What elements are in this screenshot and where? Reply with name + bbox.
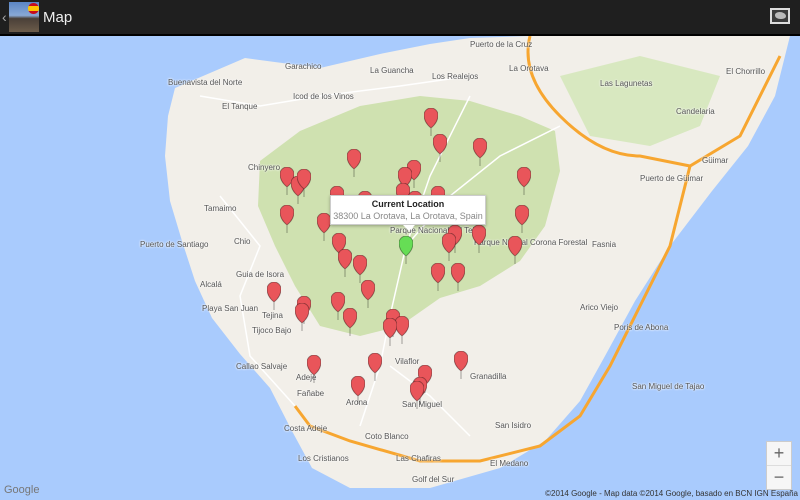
place-label: Chinyero: [248, 163, 281, 172]
map-marker-pin[interactable]: [471, 224, 487, 253]
map-marker-pin[interactable]: [316, 212, 332, 241]
place-label: Puerto de Santiago: [140, 240, 209, 249]
map-marker-pin[interactable]: [450, 262, 466, 291]
map-marker-pin[interactable]: [352, 254, 368, 283]
map-marker-pin[interactable]: [472, 137, 488, 166]
place-label: Güimar: [702, 156, 729, 165]
map-marker-pin[interactable]: [432, 133, 448, 162]
map-marker-pin[interactable]: [423, 107, 439, 136]
place-label: Costa Adeje: [284, 424, 328, 433]
map-marker-pin[interactable]: [342, 307, 358, 336]
map-marker-pin[interactable]: [346, 148, 362, 177]
place-label: Los Cristianos: [298, 454, 349, 463]
place-label: Fasnia: [592, 240, 617, 249]
place-label: Granadilla: [470, 372, 507, 381]
place-label: San Isidro: [495, 421, 532, 430]
map-marker-pin[interactable]: [266, 281, 282, 310]
map-marker-pin[interactable]: [337, 248, 353, 277]
place-label: Candelaria: [676, 107, 715, 116]
google-logo: Google: [4, 484, 40, 496]
zoom-out-button[interactable]: −: [767, 466, 791, 489]
map-canvas[interactable]: [0, 36, 800, 500]
place-label: Las Lagunetas: [600, 79, 653, 88]
map-marker-pin[interactable]: [279, 204, 295, 233]
place-label: Tejina: [262, 311, 283, 320]
place-label: Vilaflor: [395, 357, 420, 366]
place-label: Playa San Juan: [202, 304, 259, 313]
place-label: Garachico: [285, 62, 322, 71]
place-label: Chio: [234, 237, 251, 246]
app-icon[interactable]: [9, 2, 39, 32]
place-label: Guia de Isora: [236, 270, 285, 279]
map-marker-pin[interactable]: [507, 235, 523, 264]
map-marker-pin[interactable]: [430, 262, 446, 291]
place-label: Poris de Abona: [614, 323, 669, 332]
place-label: Buenavista del Norte: [168, 78, 243, 87]
map-marker-pin[interactable]: [441, 232, 457, 261]
map-marker-pin[interactable]: [350, 375, 366, 404]
place-label: Icod de los Vinos: [293, 92, 354, 101]
place-label: San Miguel de Tajao: [632, 382, 705, 391]
place-label: Parque Natural Corona Forestal: [474, 238, 588, 247]
place-label: Los Realejos: [432, 72, 479, 81]
place-label: Coto Blanco: [365, 432, 409, 441]
place-label: Fañabe: [297, 389, 325, 398]
zoom-in-button[interactable]: +: [767, 442, 791, 466]
map-marker-pin[interactable]: [306, 354, 322, 383]
zoom-controls: + −: [766, 441, 792, 490]
popup-title: Current Location: [371, 199, 445, 209]
map-marker-pin[interactable]: [516, 166, 532, 195]
spain-flag-icon: [28, 3, 39, 14]
place-label: La Orotava: [509, 64, 549, 73]
map-marker-pin[interactable]: [294, 302, 310, 331]
map-icon[interactable]: [770, 8, 790, 24]
action-bar: ‹ Map: [0, 0, 800, 36]
map-attribution: ©2014 Google - Map data ©2014 Google, ba…: [545, 489, 798, 498]
place-label: Tamaimo: [204, 204, 237, 213]
place-label: El Medano: [490, 459, 529, 468]
map-marker-pin[interactable]: [296, 168, 312, 197]
place-label: La Guancha: [370, 66, 414, 75]
current-location-pin[interactable]: [398, 235, 414, 264]
map-marker-pin[interactable]: [360, 279, 376, 308]
place-label: Puerto de la Cruz: [470, 40, 533, 49]
map-marker-pin[interactable]: [514, 204, 530, 233]
place-label: Puerto de Güimar: [640, 174, 704, 183]
place-label: Callao Salvaje: [236, 362, 288, 371]
map-marker-pin[interactable]: [409, 380, 425, 409]
place-label: El Tanque: [222, 102, 258, 111]
place-label: Tijoco Bajo: [252, 326, 292, 335]
place-label: Golf del Sur: [412, 475, 455, 484]
place-label: El Chorrillo: [726, 67, 766, 76]
place-label: Alcalá: [200, 280, 222, 289]
place-label: Arico Viejo: [580, 303, 619, 312]
chevron-left-icon[interactable]: ‹: [2, 9, 8, 25]
map-marker-pin[interactable]: [382, 317, 398, 346]
popup-address: 38300 La Orotava, La Orotava, Spain: [333, 211, 483, 221]
map-marker-pin[interactable]: [367, 352, 383, 381]
map-marker-pin[interactable]: [394, 315, 410, 344]
page-title: Map: [43, 8, 73, 26]
place-label: Las Chafiras: [396, 454, 441, 463]
map-marker-pin[interactable]: [453, 350, 469, 379]
current-location-popup[interactable]: Current Location 38300 La Orotava, La Or…: [330, 195, 486, 231]
